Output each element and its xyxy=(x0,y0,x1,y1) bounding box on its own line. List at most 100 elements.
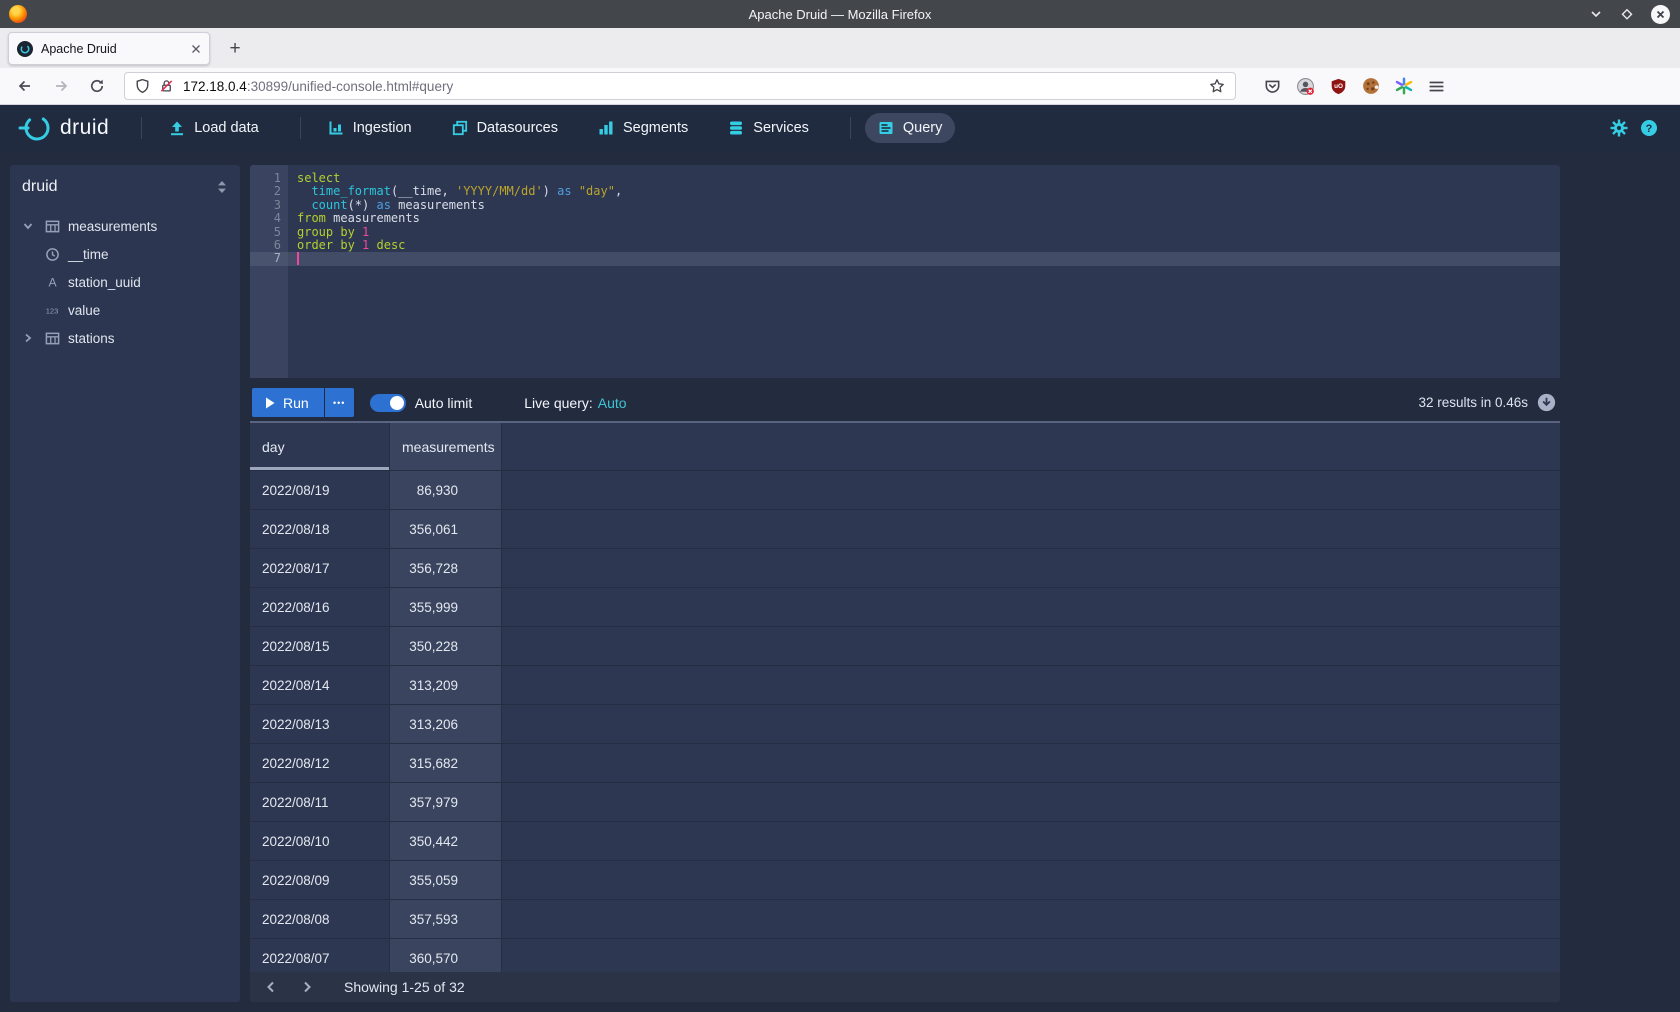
table-row[interactable]: 2022/08/13313,206 xyxy=(250,705,1560,744)
forward-icon[interactable] xyxy=(46,72,76,100)
cell-day[interactable]: 2022/08/15 xyxy=(250,627,390,665)
url-text[interactable]: 172.18.0.4:30899/unified-console.html#qu… xyxy=(183,79,1200,94)
cell-measurements[interactable]: 355,059 xyxy=(390,861,502,899)
previous-page-icon[interactable] xyxy=(256,972,286,1002)
reload-icon[interactable] xyxy=(82,72,112,100)
code-line[interactable] xyxy=(288,252,1560,265)
bookmark-star-icon[interactable] xyxy=(1209,78,1225,94)
table-row[interactable]: 2022/08/14313,209 xyxy=(250,666,1560,705)
cell-measurements[interactable]: 357,593 xyxy=(390,900,502,938)
cell-day[interactable]: 2022/08/14 xyxy=(250,666,390,704)
table-row[interactable]: 2022/08/1986,930 xyxy=(250,471,1560,510)
cell-day[interactable]: 2022/08/17 xyxy=(250,549,390,587)
sparkle-extension-icon[interactable] xyxy=(1395,77,1413,95)
cell-measurements[interactable]: 357,979 xyxy=(390,783,502,821)
new-tab-button[interactable]: + xyxy=(220,34,250,64)
cell-day[interactable]: 2022/08/12 xyxy=(250,744,390,782)
cell-measurements[interactable]: 313,209 xyxy=(390,666,502,704)
cell-measurements[interactable]: 350,228 xyxy=(390,627,502,665)
table-row[interactable]: 2022/08/08357,593 xyxy=(250,900,1560,939)
cell-measurements[interactable]: 356,061 xyxy=(390,510,502,548)
cell-measurements[interactable]: 313,206 xyxy=(390,705,502,743)
code-line[interactable]: order by 1 desc xyxy=(288,239,1560,252)
url-bar[interactable]: 172.18.0.4:30899/unified-console.html#qu… xyxy=(124,72,1236,100)
table-row[interactable]: 2022/08/11357,979 xyxy=(250,783,1560,822)
settings-gear-icon[interactable] xyxy=(1604,113,1634,143)
code-line[interactable]: group by 1 xyxy=(288,226,1560,239)
next-page-icon[interactable] xyxy=(292,972,322,1002)
code-line[interactable]: select xyxy=(288,172,1560,185)
minimize-icon[interactable] xyxy=(1589,7,1603,21)
tab-apache-druid[interactable]: Apache Druid xyxy=(8,32,210,65)
table-row[interactable]: 2022/08/15350,228 xyxy=(250,627,1560,666)
tree-label: __time xyxy=(68,247,109,262)
cell-day[interactable]: 2022/08/16 xyxy=(250,588,390,626)
run-more-button[interactable]: ••• xyxy=(325,388,354,417)
cell-day[interactable]: 2022/08/11 xyxy=(250,783,390,821)
number-type-icon: 123 xyxy=(44,302,60,318)
pocket-icon[interactable] xyxy=(1264,78,1281,95)
extension-account-icon[interactable] xyxy=(1296,77,1315,96)
schema-select-caret-icon[interactable] xyxy=(216,180,228,194)
menu-hamburger-icon[interactable] xyxy=(1428,78,1445,95)
download-results-icon[interactable] xyxy=(1537,393,1556,412)
druid-logo[interactable]: druid xyxy=(18,112,109,144)
tree-item-measurements[interactable]: measurements xyxy=(10,212,240,240)
shield-icon[interactable] xyxy=(135,78,150,94)
code-line[interactable]: count(*) as measurements xyxy=(288,199,1560,212)
nav-datasources[interactable]: Datasources xyxy=(439,113,571,143)
close-window-icon[interactable] xyxy=(1651,5,1670,24)
code-line[interactable]: time_format(__time, 'YYYY/MM/dd') as "da… xyxy=(288,185,1560,198)
chevron-down-icon[interactable] xyxy=(20,218,36,234)
run-button[interactable]: Run xyxy=(252,388,324,417)
cell-measurements[interactable]: 355,999 xyxy=(390,588,502,626)
cell-measurements[interactable]: 315,682 xyxy=(390,744,502,782)
code-line[interactable]: from measurements xyxy=(288,212,1560,225)
column-header-measurements[interactable]: measurements xyxy=(390,423,502,470)
live-query-label: Live query: xyxy=(524,395,592,411)
back-icon[interactable] xyxy=(10,72,40,100)
chevron-right-icon[interactable] xyxy=(20,330,36,346)
lock-insecure-icon[interactable] xyxy=(159,78,174,94)
cell-day[interactable]: 2022/08/13 xyxy=(250,705,390,743)
nav-load-data[interactable]: Load data xyxy=(156,113,272,143)
upload-icon xyxy=(169,120,185,136)
table-row[interactable]: 2022/08/10350,442 xyxy=(250,822,1560,861)
table-row[interactable]: 2022/08/09355,059 xyxy=(250,861,1560,900)
tree-item-time[interactable]: __time xyxy=(10,240,240,268)
string-type-icon: A xyxy=(44,274,60,290)
clock-icon xyxy=(44,246,60,262)
svg-text:uO: uO xyxy=(1334,83,1343,90)
sql-editor[interactable]: 1234567 select time_format(__time, 'YYYY… xyxy=(250,165,1560,378)
auto-limit-toggle[interactable] xyxy=(370,394,406,412)
column-header-day[interactable]: day xyxy=(250,423,390,470)
window-title: Apache Druid — Mozilla Firefox xyxy=(0,7,1680,22)
cookie-extension-icon[interactable] xyxy=(1362,77,1380,95)
cell-day[interactable]: 2022/08/18 xyxy=(250,510,390,548)
nav-ingestion[interactable]: Ingestion xyxy=(315,113,425,143)
cell-day[interactable]: 2022/08/19 xyxy=(250,471,390,509)
cell-measurements[interactable]: 356,728 xyxy=(390,549,502,587)
druid-logo-icon xyxy=(18,112,52,144)
table-row[interactable]: 2022/08/18356,061 xyxy=(250,510,1560,549)
nav-query[interactable]: Query xyxy=(865,113,956,143)
tree-item-stations[interactable]: stations xyxy=(10,324,240,352)
table-row[interactable]: 2022/08/17356,728 xyxy=(250,549,1560,588)
cell-day[interactable]: 2022/08/09 xyxy=(250,861,390,899)
table-row[interactable]: 2022/08/16355,999 xyxy=(250,588,1560,627)
ublock-origin-icon[interactable]: uO xyxy=(1330,78,1347,95)
cell-measurements[interactable]: 350,442 xyxy=(390,822,502,860)
maximize-icon[interactable] xyxy=(1620,7,1634,21)
nav-services[interactable]: Services xyxy=(715,113,822,143)
tree-item-value[interactable]: 123 value xyxy=(10,296,240,324)
nav-segments[interactable]: Segments xyxy=(585,113,701,143)
line-number: 2 xyxy=(250,185,288,198)
cell-measurements[interactable]: 86,930 xyxy=(390,471,502,509)
cell-day[interactable]: 2022/08/08 xyxy=(250,900,390,938)
live-query-value[interactable]: Auto xyxy=(598,395,627,411)
close-tab-icon[interactable] xyxy=(191,44,201,54)
table-row[interactable]: 2022/08/12315,682 xyxy=(250,744,1560,783)
tree-item-station-uuid[interactable]: A station_uuid xyxy=(10,268,240,296)
help-icon[interactable]: ? xyxy=(1634,113,1664,143)
cell-day[interactable]: 2022/08/10 xyxy=(250,822,390,860)
